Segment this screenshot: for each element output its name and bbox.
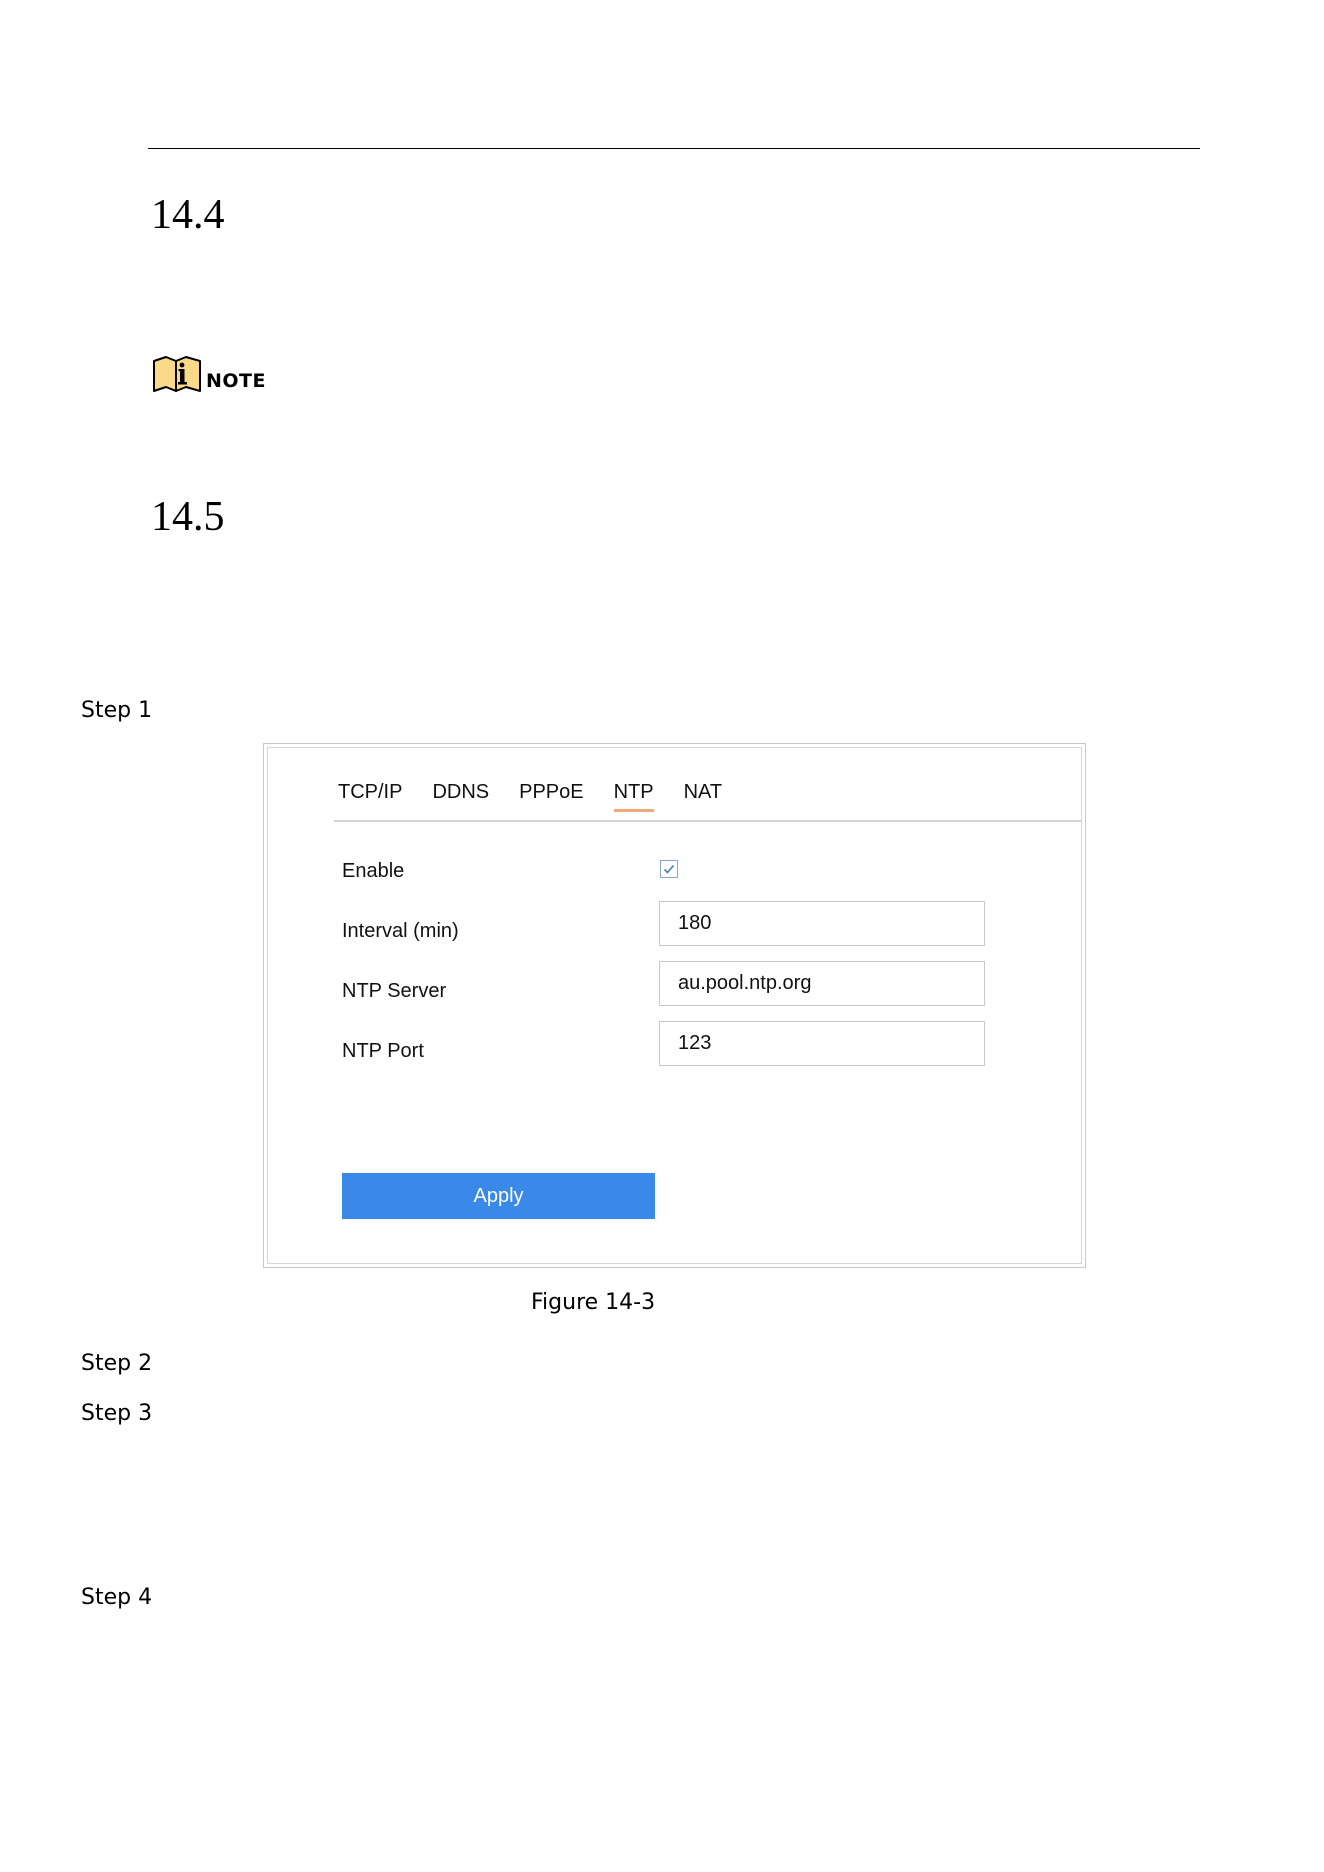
ntp-port-input[interactable]	[659, 1021, 985, 1066]
apply-button[interactable]: Apply	[342, 1173, 655, 1219]
info-book-icon	[152, 353, 204, 393]
ntp-port-label: NTP Port	[342, 1040, 424, 1062]
ntp-settings-figure: TCP/IP DDNS PPPoE NTP NAT Enable Interva…	[263, 743, 1086, 1268]
step-1-label: Step 1	[81, 698, 153, 723]
tab-ddns[interactable]: DDNS	[432, 776, 489, 810]
section-heading-14-4: 14.4	[151, 192, 225, 238]
header-rule	[148, 148, 1200, 149]
ntp-settings-panel: TCP/IP DDNS PPPoE NTP NAT Enable Interva…	[267, 747, 1082, 1264]
step-2-label: Step 2	[81, 1351, 153, 1376]
enable-label: Enable	[342, 860, 405, 882]
tab-tcp-ip[interactable]: TCP/IP	[338, 776, 402, 810]
interval-input[interactable]	[659, 901, 985, 946]
interval-label: Interval (min)	[342, 920, 459, 942]
enable-checkbox[interactable]	[660, 860, 678, 878]
note-label: NOTE	[206, 370, 266, 392]
tab-divider	[334, 820, 1081, 822]
ntp-server-label: NTP Server	[342, 980, 447, 1002]
figure-caption: Figure 14-3	[531, 1290, 656, 1315]
tab-pppoe[interactable]: PPPoE	[519, 776, 583, 810]
tab-nat[interactable]: NAT	[684, 776, 723, 810]
ntp-server-input[interactable]	[659, 961, 985, 1006]
step-4-label: Step 4	[81, 1585, 153, 1610]
check-icon	[663, 864, 675, 874]
section-heading-14-5: 14.5	[151, 494, 225, 540]
network-tabs: TCP/IP DDNS PPPoE NTP NAT	[338, 776, 752, 812]
step-3-label: Step 3	[81, 1401, 153, 1426]
tab-ntp[interactable]: NTP	[613, 776, 654, 812]
